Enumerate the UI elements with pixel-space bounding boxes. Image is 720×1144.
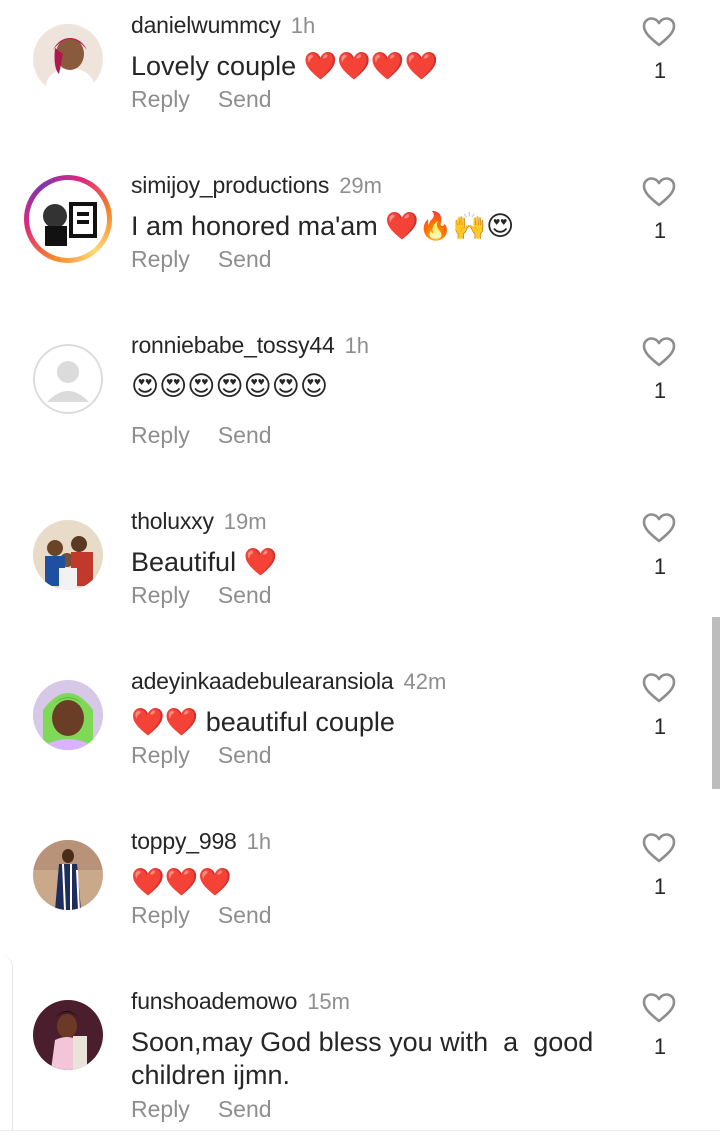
heart-outline-icon[interactable] xyxy=(641,176,677,208)
comment-username[interactable]: ronniebabe_tossy44 xyxy=(131,332,335,358)
reply-button[interactable]: Reply xyxy=(131,902,190,929)
reply-button[interactable]: Reply xyxy=(131,1096,190,1123)
comment-time: 1h xyxy=(290,13,316,38)
comment-item: danielwummcy 1h Lovely couple ❤️❤️❤️❤️ Re… xyxy=(0,0,720,160)
heart-outline-icon[interactable] xyxy=(641,672,677,704)
comment-item: tholuxxy 19m Beautiful ❤️ Reply Send 1 xyxy=(0,496,720,656)
send-button[interactable]: Send xyxy=(218,902,272,929)
comment-username[interactable]: danielwummcy xyxy=(131,12,281,38)
bottom-edge xyxy=(0,1130,720,1144)
reply-button[interactable]: Reply xyxy=(131,742,190,769)
comment-username[interactable]: simijoy_productions xyxy=(131,172,329,198)
send-button[interactable]: Send xyxy=(218,422,272,449)
comment-time: 1h xyxy=(246,829,272,854)
comment-actions: Reply Send xyxy=(131,742,300,769)
comment-actions: Reply Send xyxy=(131,86,300,113)
comment-meta: danielwummcy 1h xyxy=(131,10,315,44)
like-count: 1 xyxy=(653,554,667,579)
reply-button[interactable]: Reply xyxy=(131,582,190,609)
heart-outline-icon[interactable] xyxy=(641,832,677,864)
comment-text: ❤️❤️❤️ xyxy=(131,867,232,897)
comment-item: adeyinkaadebulearansiola 42m ❤️❤️ beautif… xyxy=(0,656,720,816)
like-count: 1 xyxy=(653,714,667,739)
comment-item: ronniebabe_tossy44 1h 😍😍😍😍😍😍😍 Reply Send 1 xyxy=(0,320,720,496)
comment-actions: Reply Send xyxy=(131,422,300,449)
send-button[interactable]: Send xyxy=(218,582,272,609)
comment-time: 1h xyxy=(344,333,370,358)
edge-overlay xyxy=(0,955,13,1143)
like-count: 1 xyxy=(653,874,667,899)
like-count: 1 xyxy=(653,378,667,403)
comment-item: toppy_998 1h ❤️❤️❤️ Reply Send 1 xyxy=(0,816,720,976)
heart-outline-icon[interactable] xyxy=(641,992,677,1024)
reply-button[interactable]: Reply xyxy=(131,246,190,273)
comment-text: Beautiful ❤️ xyxy=(131,547,278,577)
send-button[interactable]: Send xyxy=(218,246,272,273)
default-avatar-icon[interactable] xyxy=(33,344,103,414)
reply-button[interactable]: Reply xyxy=(131,422,190,449)
like-count: 1 xyxy=(653,218,667,243)
comment-username[interactable]: funshoademowo xyxy=(131,988,297,1014)
like-count: 1 xyxy=(653,1034,667,1059)
comment-time: 15m xyxy=(307,989,350,1014)
comment-actions: Reply Send xyxy=(131,1096,300,1123)
comment-username[interactable]: tholuxxy xyxy=(131,508,214,534)
comment-meta: toppy_998 1h xyxy=(131,826,271,860)
comment-text: Lovely couple ❤️❤️❤️❤️ xyxy=(131,51,439,81)
comment-time: 29m xyxy=(339,173,382,198)
heart-outline-icon[interactable] xyxy=(641,336,677,368)
comment-meta: tholuxxy 19m xyxy=(131,506,267,540)
comment-meta: funshoademowo 15m xyxy=(131,986,350,1020)
avatar[interactable] xyxy=(33,520,103,590)
send-button[interactable]: Send xyxy=(218,86,272,113)
comment-item: simijoy_productions 29m I am honored ma'a… xyxy=(0,160,720,320)
send-button[interactable]: Send xyxy=(218,742,272,769)
comment-text: ❤️❤️ beautiful couple xyxy=(131,707,395,737)
comment-actions: Reply Send xyxy=(131,582,300,609)
comment-text: 😍😍😍😍😍😍😍 xyxy=(131,371,329,401)
scrollbar-thumb[interactable] xyxy=(712,617,720,789)
comment-time: 42m xyxy=(403,669,447,694)
comment-actions: Reply Send xyxy=(131,902,300,929)
send-button[interactable]: Send xyxy=(218,1096,272,1123)
like-count: 1 xyxy=(653,58,667,83)
avatar-story-ring[interactable] xyxy=(24,175,112,263)
comment-item: funshoademowo 15m Soon,may God bless you … xyxy=(0,976,720,1136)
avatar[interactable] xyxy=(33,1000,103,1070)
comment-text: I am honored ma'am ❤️🔥🙌😍 xyxy=(131,211,515,241)
comment-meta: adeyinkaadebulearansiola 42m xyxy=(131,666,446,700)
comment-time: 19m xyxy=(223,509,267,534)
heart-outline-icon[interactable] xyxy=(641,512,677,544)
avatar[interactable] xyxy=(33,24,103,94)
comment-username[interactable]: adeyinkaadebulearansiola xyxy=(131,668,394,694)
reply-button[interactable]: Reply xyxy=(131,86,190,113)
avatar[interactable] xyxy=(33,680,103,750)
avatar[interactable] xyxy=(33,840,103,910)
comment-actions: Reply Send xyxy=(131,246,300,273)
comment-text: Soon,may God bless you with a good child… xyxy=(131,1027,601,1090)
comment-meta: simijoy_productions 29m xyxy=(131,170,382,204)
comment-meta: ronniebabe_tossy44 1h xyxy=(131,330,369,364)
heart-outline-icon[interactable] xyxy=(641,16,677,48)
comment-username[interactable]: toppy_998 xyxy=(131,828,237,854)
